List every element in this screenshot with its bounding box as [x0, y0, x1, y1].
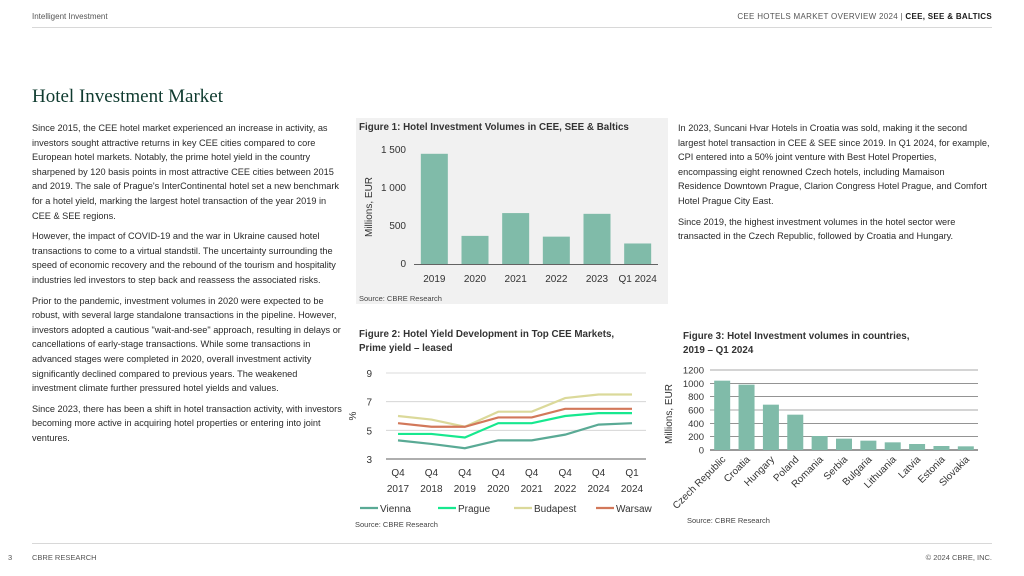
x-tick-label: Q4	[391, 468, 405, 479]
x-tick-label: 2024	[587, 484, 610, 495]
x-tick-label: 2024	[621, 484, 644, 495]
figure2-title-line2: Prime yield – leased	[359, 343, 453, 354]
footer-divider	[32, 543, 992, 544]
figure2-chart: 3 5 7 9% Q4 2017 Q4 2018 Q4 2019 Q4 2020 Q4 2021 Q4 202…	[348, 369, 653, 515]
footer-copyright: © 2024 CBRE, INC.	[925, 553, 992, 562]
x-tick-label: 2021	[521, 484, 544, 495]
paragraph: In 2023, Suncani Hvar Hotels in Croatia …	[678, 123, 990, 206]
x-tick-label: Q4	[592, 468, 606, 479]
bar-2019	[420, 153, 448, 264]
x-tick-label: 2023	[586, 274, 609, 285]
bar-hungary	[762, 404, 779, 450]
x-tick-label: Q4	[525, 468, 539, 479]
page-title: Hotel Investment Market	[32, 86, 224, 107]
x-tick-label: Q4	[425, 468, 439, 479]
y-tick-label: 400	[688, 419, 704, 430]
y-tick-label: 7	[366, 398, 372, 409]
bar-lithuania	[884, 442, 901, 450]
figure1-title: Figure 1: Hotel Investment Volumes in CE…	[359, 122, 629, 133]
y-tick-label: 5	[366, 426, 372, 437]
y-tick-label: 0	[699, 446, 704, 457]
figure1-source: Source: CBRE Research	[359, 294, 442, 303]
bar-estonia	[933, 446, 950, 450]
figure3-chart: 0 200 400 600 800 1000 1200 Millions, EUR Czech …	[664, 366, 978, 512]
header-left-label: Intelligent Investment	[32, 12, 108, 21]
y-tick-label: 200	[688, 432, 704, 443]
header-report-name: CEE HOTELS MARKET OVERVIEW 2024 |	[737, 12, 906, 21]
header-divider	[32, 27, 992, 28]
y-axis-label: Millions, EUR	[364, 177, 375, 237]
legend-label-prague: Prague	[458, 504, 491, 515]
x-tick-label: Q1 2024	[618, 274, 657, 285]
bar-czech-republic	[714, 380, 731, 450]
y-tick-label: 1 000	[381, 183, 406, 194]
x-tick-label: Q1	[625, 468, 639, 479]
y-tick-label: 500	[389, 221, 406, 232]
paragraph: Since 2019, the highest investment volum…	[678, 216, 956, 242]
y-tick-label: 3	[366, 455, 372, 466]
bar-croatia	[738, 384, 755, 450]
figure3-source: Source: CBRE Research	[687, 516, 770, 525]
figure3-title-line2: 2019 – Q1 2024	[683, 345, 754, 356]
y-tick-label: 1200	[683, 366, 704, 377]
y-tick-label: 1000	[683, 379, 704, 390]
figure3-title: Figure 3: Hotel Investment volumes in co…	[683, 330, 909, 358]
x-tick-label: 2018	[420, 484, 443, 495]
bar-q1-2024	[624, 243, 652, 264]
paragraph: Since 2015, the CEE hotel market experie…	[32, 123, 340, 221]
x-tick-label: 2019	[423, 274, 446, 285]
figure1-chart: 0 500 1 000 1 500 2019 2020 2021 2022 2023 Q1 202…	[364, 145, 658, 285]
x-tick-label: 2022	[545, 274, 568, 285]
legend-label-vienna: Vienna	[380, 504, 411, 515]
paragraph: Since 2023, there has been a shift in ho…	[32, 403, 342, 443]
bar-slovakia	[957, 446, 974, 450]
bar-poland	[787, 414, 804, 450]
y-axis-label: %	[348, 411, 359, 420]
figure2-title: Figure 2: Hotel Yield Development in Top…	[359, 328, 614, 356]
x-tick-label: 2022	[554, 484, 577, 495]
x-tick-label: Q4	[558, 468, 572, 479]
figure3-title-line1: Figure 3: Hotel Investment volumes in co…	[683, 331, 910, 342]
y-tick-label: 800	[688, 392, 704, 403]
bar-2022	[542, 236, 570, 264]
y-tick-label: 0	[400, 259, 406, 270]
figure2-title-line1: Figure 2: Hotel Yield Development in Top…	[359, 329, 615, 340]
bar-2020	[461, 235, 489, 264]
x-tick-label: Czech Republic	[671, 454, 728, 511]
x-tick-label: 2020	[487, 484, 510, 495]
bar-2021	[502, 213, 530, 264]
y-tick-label: 1 500	[381, 145, 406, 156]
y-tick-label: 9	[366, 369, 372, 380]
legend-label-warsaw: Warsaw	[616, 504, 653, 515]
paragraph: However, the impact of COVID-19 and the …	[32, 231, 336, 285]
bar-serbia	[836, 438, 852, 450]
paragraph: Prior to the pandemic, investment volume…	[32, 295, 341, 394]
page-number: 3	[8, 553, 13, 562]
header-region: CEE, SEE & BALTICS	[905, 12, 992, 21]
x-tick-label: Q4	[492, 468, 506, 479]
x-tick-label: 2017	[387, 484, 410, 495]
figure2-source: Source: CBRE Research	[355, 520, 438, 529]
x-tick-label: 2020	[464, 274, 487, 285]
series-line-budapest	[397, 393, 632, 428]
bar-latvia	[909, 444, 926, 450]
bar-romania	[811, 436, 828, 450]
header-right-label: CEE HOTELS MARKET OVERVIEW 2024 | CEE, S…	[737, 12, 992, 21]
x-tick-label: Q4	[458, 468, 472, 479]
x-tick-label: 2021	[505, 274, 528, 285]
right-text-column: In 2023, Suncani Hvar Hotels in Croatia …	[678, 121, 990, 250]
legend-label-budapest: Budapest	[534, 504, 576, 515]
x-tick-label: 2019	[454, 484, 477, 495]
y-tick-label: 600	[688, 406, 704, 417]
bar-bulgaria	[860, 440, 877, 450]
footer-brand: CBRE RESEARCH	[32, 553, 97, 562]
left-text-column: Since 2015, the CEE hotel market experie…	[32, 121, 342, 451]
y-axis-label: Millions, EUR	[664, 384, 675, 444]
bar-2023	[583, 213, 611, 264]
